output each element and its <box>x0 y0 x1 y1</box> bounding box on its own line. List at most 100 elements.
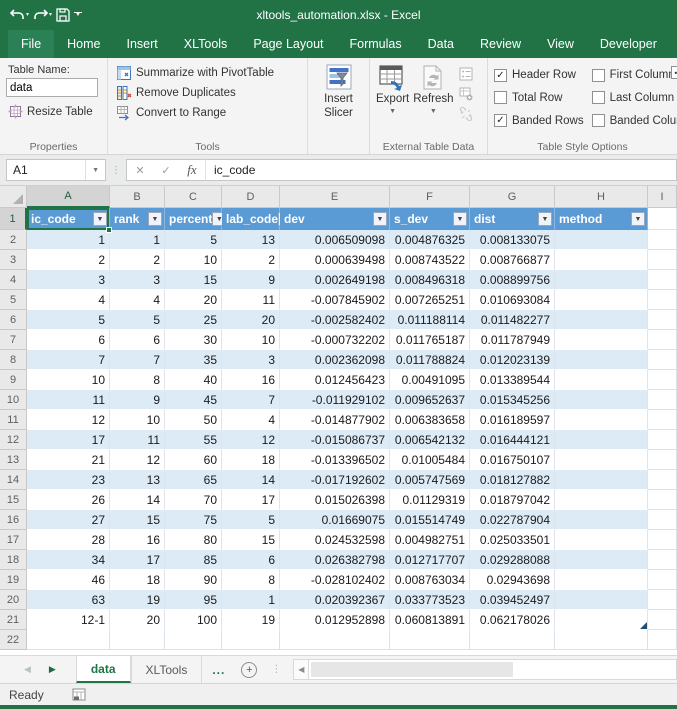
grid-cell[interactable]: 7 <box>27 350 110 370</box>
grid-cell[interactable]: 0.018797042 <box>470 490 555 510</box>
data-range-properties-icon[interactable] <box>458 66 474 82</box>
grid-cell[interactable]: 0.026382798 <box>280 550 390 570</box>
column-header-e[interactable]: E <box>280 186 390 208</box>
grid-cell[interactable]: 0.02943698 <box>470 570 555 590</box>
insert-function-icon[interactable]: fx <box>179 162 205 178</box>
unlink-icon[interactable] <box>458 106 474 122</box>
table-header-cell-method[interactable]: method ▼ <box>555 208 648 230</box>
grid-cell[interactable]: 0.006542132 <box>390 430 470 450</box>
grid-cell[interactable]: 10 <box>222 330 280 350</box>
grid-cell[interactable] <box>648 450 677 470</box>
row-header-19[interactable]: 19 <box>0 570 27 590</box>
grid-cell[interactable]: 2 <box>222 250 280 270</box>
insert-slicer-button[interactable]: Insert Slicer <box>317 62 361 121</box>
grid-cell[interactable]: 50 <box>165 410 222 430</box>
grid-cell[interactable]: 12 <box>27 410 110 430</box>
grid-cell[interactable]: 5 <box>27 310 110 330</box>
table-header-cell-rank[interactable]: rank ▼ <box>110 208 165 230</box>
checkbox-total-row[interactable]: Total Row <box>494 89 584 108</box>
ribbon-tab-review[interactable]: Review <box>467 30 534 58</box>
grid-cell[interactable]: 6 <box>222 550 280 570</box>
row-header-17[interactable]: 17 <box>0 530 27 550</box>
grid-cell[interactable]: 17 <box>222 490 280 510</box>
row-header-2[interactable]: 2 <box>0 230 27 250</box>
grid-cell[interactable]: 12 <box>222 430 280 450</box>
row-header-9[interactable]: 9 <box>0 370 27 390</box>
grid-cell[interactable]: 11 <box>222 290 280 310</box>
grid-cell[interactable]: 17 <box>110 550 165 570</box>
grid-cell[interactable] <box>648 310 677 330</box>
filter-dropdown-button[interactable]: ▼ <box>373 212 387 226</box>
grid-cell[interactable] <box>648 630 677 650</box>
column-header-h[interactable]: H <box>555 186 648 208</box>
grid-cell[interactable]: 20 <box>110 610 165 630</box>
grid-cell[interactable] <box>555 610 648 630</box>
grid-cell[interactable]: -0.000732202 <box>280 330 390 350</box>
grid-cell[interactable] <box>648 330 677 350</box>
grid-cell[interactable] <box>27 630 110 650</box>
table-header-cell-dist[interactable]: dist ▼ <box>470 208 555 230</box>
grid-cell[interactable] <box>222 630 280 650</box>
grid-cell[interactable]: 45 <box>165 390 222 410</box>
grid-cell[interactable]: 18 <box>110 570 165 590</box>
grid-cell[interactable]: 5 <box>110 310 165 330</box>
grid-cell[interactable]: 34 <box>27 550 110 570</box>
grid-cell[interactable] <box>555 250 648 270</box>
grid-cell[interactable]: 0.008899756 <box>470 270 555 290</box>
grid-cell[interactable]: 19 <box>222 610 280 630</box>
grid-cell[interactable]: 10 <box>27 370 110 390</box>
grid-cell[interactable]: -0.007845902 <box>280 290 390 310</box>
grid-cell[interactable]: 6 <box>110 330 165 350</box>
column-header-a[interactable]: A <box>27 186 110 208</box>
undo-dropdown-icon[interactable]: ▾ <box>26 12 29 18</box>
grid-cell[interactable] <box>280 630 390 650</box>
grid-cell[interactable]: 15 <box>222 530 280 550</box>
checkbox-header-row[interactable]: ✓ Header Row <box>494 66 584 85</box>
grid-cell[interactable]: 16 <box>110 530 165 550</box>
grid-cell[interactable]: 0.015026398 <box>280 490 390 510</box>
grid-cell[interactable] <box>648 610 677 630</box>
table-header-cell-ic-code[interactable]: ic_code ▼ <box>27 208 112 233</box>
export-dropdown-icon[interactable]: ▼ <box>389 108 396 117</box>
row-header-3[interactable]: 3 <box>0 250 27 270</box>
convert-to-range-button[interactable]: Convert to Range <box>114 104 303 122</box>
ribbon-tab-insert[interactable]: Insert <box>114 30 171 58</box>
grid-cell[interactable] <box>555 230 648 250</box>
grid-cell[interactable] <box>555 450 648 470</box>
grid-cell[interactable]: 40 <box>165 370 222 390</box>
grid-cell[interactable]: 0.006383658 <box>390 410 470 430</box>
resize-table-button[interactable]: Resize Table <box>6 103 103 120</box>
grid-cell[interactable]: 8 <box>222 570 280 590</box>
filter-button-checkbox-partial[interactable]: ✓ <box>671 66 677 79</box>
grid-cell[interactable]: 0.01005484 <box>390 450 470 470</box>
grid-cell[interactable]: 75 <box>165 510 222 530</box>
grid-cell[interactable]: 20 <box>222 310 280 330</box>
grid-cell[interactable]: 0.008763034 <box>390 570 470 590</box>
checkbox-box[interactable] <box>591 114 605 128</box>
grid-cell[interactable]: 35 <box>165 350 222 370</box>
grid-cell[interactable]: 17 <box>27 430 110 450</box>
grid-cell[interactable]: 2 <box>110 250 165 270</box>
checkbox-banded-columns[interactable]: Banded Columns <box>591 111 677 130</box>
undo-icon[interactable]: ▾ <box>10 8 29 22</box>
grid-cell[interactable]: 4 <box>222 410 280 430</box>
row-header-18[interactable]: 18 <box>0 550 27 570</box>
grid-cell[interactable] <box>555 570 648 590</box>
name-box-dropdown-icon[interactable]: ▼ <box>85 160 105 180</box>
grid-cell[interactable]: 13 <box>222 230 280 250</box>
grid-cell[interactable]: 55 <box>165 430 222 450</box>
grid-cell[interactable]: 0.01129319 <box>390 490 470 510</box>
row-header-13[interactable]: 13 <box>0 450 27 470</box>
grid-cell[interactable]: 95 <box>165 590 222 610</box>
grid-cell[interactable]: 0.004876325 <box>390 230 470 250</box>
ribbon-tab-formulas[interactable]: Formulas <box>337 30 415 58</box>
grid-cell[interactable] <box>555 550 648 570</box>
grid-cell[interactable] <box>648 390 677 410</box>
grid-cell[interactable]: 8 <box>110 370 165 390</box>
column-header-f[interactable]: F <box>390 186 470 208</box>
macro-record-icon[interactable] <box>72 688 86 701</box>
grid-cell[interactable]: 21 <box>27 450 110 470</box>
grid-cell[interactable]: 5 <box>165 230 222 250</box>
checkbox-box[interactable]: ✓ <box>494 114 507 128</box>
grid-cell[interactable]: 0.01669075 <box>280 510 390 530</box>
